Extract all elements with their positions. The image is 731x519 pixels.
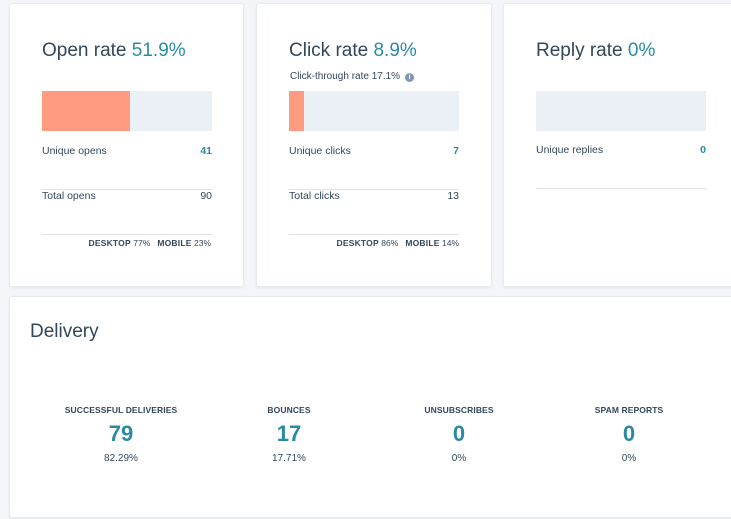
spam-reports-label: SPAM REPORTS xyxy=(594,405,664,415)
click-through-rate: Click-through rate 17.1% i xyxy=(290,71,415,82)
total-opens-row: Total opens 90 xyxy=(42,190,212,235)
successful-deliveries-percent: 82.29% xyxy=(104,453,138,464)
unsubscribes-stat: UNSUBSCRIBES 0 0% xyxy=(379,405,539,464)
unsubscribes-label: UNSUBSCRIBES xyxy=(424,405,494,415)
open-desktop-label: DESKTOP xyxy=(88,238,131,248)
spam-reports-value[interactable]: 0 xyxy=(549,421,709,447)
info-icon[interactable]: i xyxy=(405,73,415,82)
unique-replies-row: Unique replies 0 xyxy=(536,144,706,189)
unique-opens-value[interactable]: 41 xyxy=(200,145,212,157)
total-opens-label: Total opens xyxy=(42,190,96,202)
click-desktop-value: 86% xyxy=(381,238,399,248)
bounces-stat: BOUNCES 17 17.71% xyxy=(209,405,369,464)
open-rate-card: Open rate 51.9% Unique opens 41 Total op… xyxy=(9,3,244,287)
unique-opens-row: Unique opens 41 xyxy=(42,145,212,190)
open-desktop-value: 77% xyxy=(133,238,151,248)
delivery-title: Delivery xyxy=(30,321,99,342)
successful-deliveries-label: SUCCESSFUL DELIVERIES xyxy=(64,405,178,415)
click-through-rate-text: Click-through rate 17.1% xyxy=(290,71,401,82)
spam-reports-stat: SPAM REPORTS 0 0% xyxy=(549,405,709,464)
total-opens-value: 90 xyxy=(200,190,212,202)
unique-replies-label: Unique replies xyxy=(536,144,604,156)
open-rate-bar xyxy=(42,91,212,131)
open-device-breakdown: DESKTOP 77% MOBILE 23% xyxy=(89,238,211,248)
click-rate-bar xyxy=(289,91,459,131)
open-mobile-value: 23% xyxy=(193,238,211,248)
open-rate-title: Open rate 51.9% xyxy=(42,40,186,62)
open-mobile-label: MOBILE xyxy=(157,238,192,248)
open-rate-label: Open rate xyxy=(42,40,127,61)
open-rate-bar-fill xyxy=(42,91,131,131)
click-mobile-label: MOBILE xyxy=(405,238,440,248)
click-rate-card: Click rate 8.9% Click-through rate 17.1%… xyxy=(256,3,492,287)
successful-deliveries-stat: SUCCESSFUL DELIVERIES 79 82.29% xyxy=(41,405,201,464)
total-clicks-label: Total clicks xyxy=(289,190,340,202)
click-device-breakdown: DESKTOP 86% MOBILE 14% xyxy=(337,238,459,248)
unique-clicks-row: Unique clicks 7 xyxy=(289,145,459,190)
total-clicks-row: Total clicks 13 xyxy=(289,190,459,235)
click-mobile-value: 14% xyxy=(441,238,459,248)
bounces-label: BOUNCES xyxy=(267,405,311,415)
unique-replies-value[interactable]: 0 xyxy=(700,144,706,156)
delivery-card: Delivery SUCCESSFUL DELIVERIES 79 82.29%… xyxy=(9,296,731,518)
click-rate-value: 8.9% xyxy=(373,40,417,61)
total-clicks-value: 13 xyxy=(447,190,459,202)
unique-opens-label: Unique opens xyxy=(42,145,107,157)
click-rate-bar-fill xyxy=(289,91,305,131)
reply-rate-title: Reply rate 0% xyxy=(536,40,655,62)
click-rate-label: Click rate xyxy=(289,40,369,61)
unsubscribes-value[interactable]: 0 xyxy=(379,421,539,447)
unsubscribes-percent: 0% xyxy=(451,453,467,464)
reply-rate-value: 0% xyxy=(627,40,656,61)
bounces-value[interactable]: 17 xyxy=(209,421,369,447)
reply-rate-bar xyxy=(536,91,706,131)
reply-rate-label: Reply rate xyxy=(536,40,623,61)
click-rate-title: Click rate 8.9% xyxy=(289,40,417,62)
reply-rate-card: Reply rate 0% Unique replies 0 xyxy=(503,3,731,287)
unique-clicks-value[interactable]: 7 xyxy=(453,145,459,157)
open-rate-value: 51.9% xyxy=(131,40,186,61)
click-desktop-label: DESKTOP xyxy=(336,238,379,248)
successful-deliveries-value[interactable]: 79 xyxy=(41,421,201,447)
spam-reports-percent: 0% xyxy=(621,453,637,464)
bounces-percent: 17.71% xyxy=(272,453,306,464)
unique-clicks-label: Unique clicks xyxy=(289,145,351,157)
